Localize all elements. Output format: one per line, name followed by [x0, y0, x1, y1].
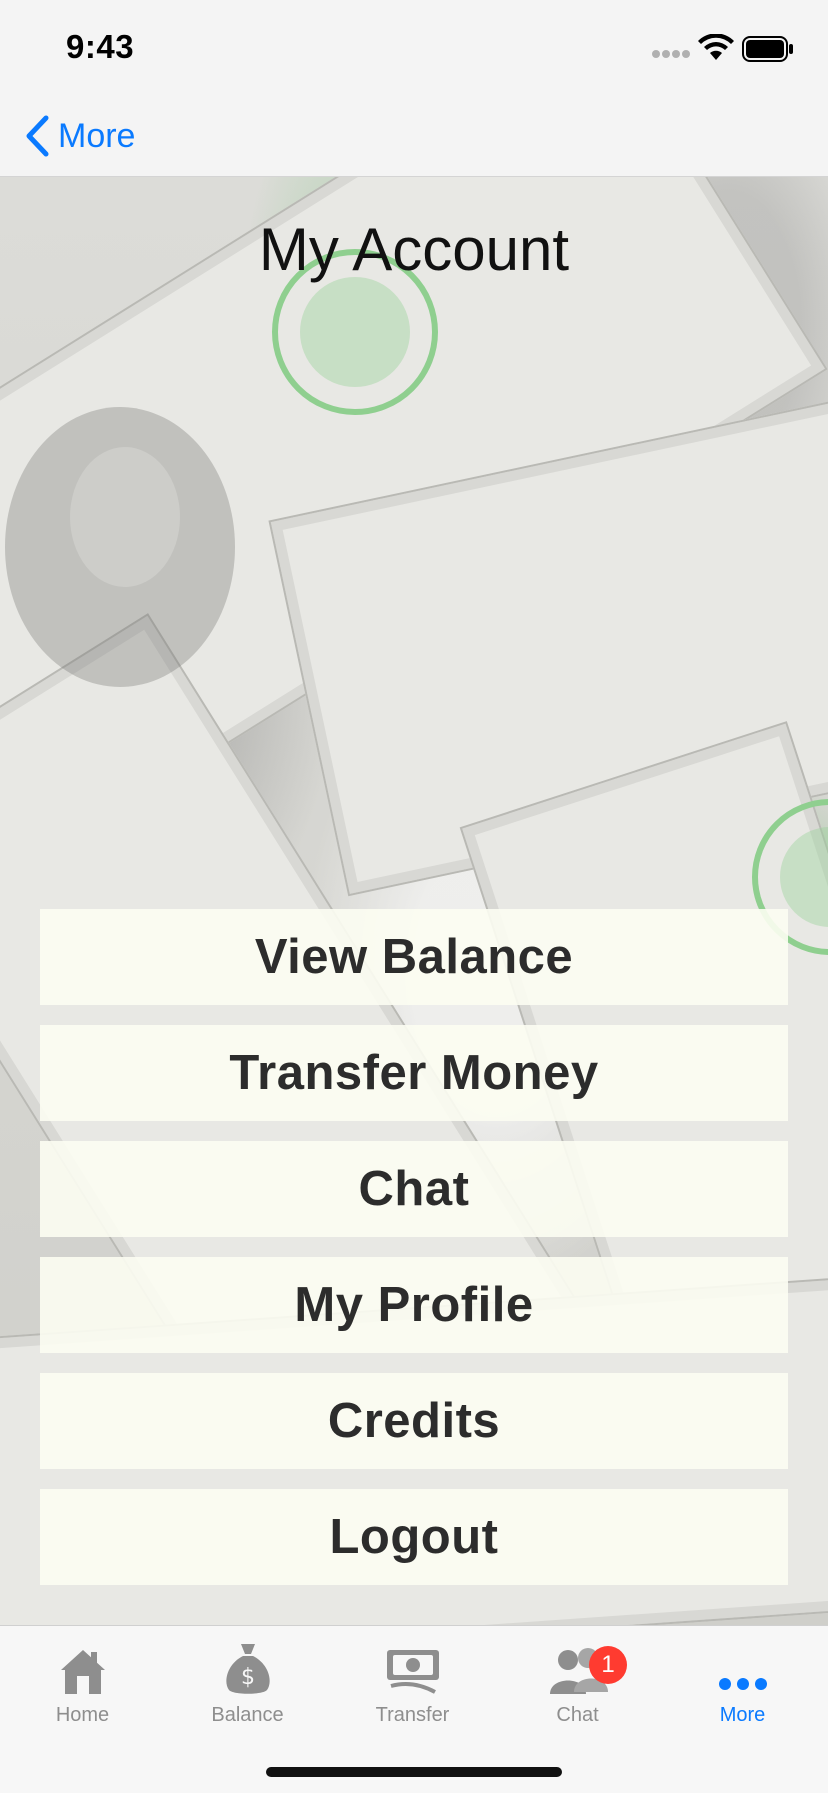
tab-chat[interactable]: 1 Chat: [495, 1636, 660, 1736]
portrait-icon: [5, 407, 235, 687]
chat-button[interactable]: Chat: [40, 1141, 788, 1237]
status-bar: 9:43: [0, 0, 828, 98]
tab-transfer[interactable]: Transfer: [330, 1636, 495, 1736]
page-title: My Account: [258, 216, 570, 283]
tab-label: Transfer: [375, 1704, 450, 1726]
banknote-icon: [386, 1650, 439, 1694]
money-bag-icon: $: [225, 1644, 270, 1694]
navigation-bar: More: [0, 98, 828, 177]
menu-item-label: My Profile: [294, 1278, 534, 1332]
house-icon: [60, 1650, 105, 1694]
home-indicator: [266, 1767, 562, 1777]
svg-text:$: $: [241, 1665, 255, 1690]
tab-balance[interactable]: $ Balance: [165, 1636, 330, 1736]
view-balance-button[interactable]: View Balance: [40, 909, 788, 1005]
menu-item-label: Logout: [329, 1510, 499, 1564]
credits-button[interactable]: Credits: [40, 1373, 788, 1469]
battery-icon: [742, 36, 793, 62]
my-profile-button[interactable]: My Profile: [40, 1257, 788, 1353]
tab-more[interactable]: More: [660, 1636, 825, 1736]
wifi-icon: [698, 34, 734, 60]
back-label: More: [58, 116, 136, 155]
chevron-left-icon: [26, 115, 49, 157]
tab-home[interactable]: Home: [0, 1636, 165, 1736]
menu-item-label: View Balance: [254, 930, 574, 984]
tab-label: Home: [55, 1704, 110, 1726]
tab-label: More: [719, 1704, 766, 1726]
ellipsis-icon: [718, 1678, 767, 1690]
cellular-signal-icon: [652, 50, 690, 58]
transfer-money-button[interactable]: Transfer Money: [40, 1025, 788, 1121]
tab-label: Chat: [556, 1704, 599, 1726]
menu-item-label: Transfer Money: [229, 1046, 599, 1100]
back-button[interactable]: More: [24, 110, 135, 162]
logout-button[interactable]: Logout: [40, 1489, 788, 1585]
account-menu: View Balance Transfer Money Chat My Prof…: [40, 909, 788, 1605]
chat-unread-badge: 1: [589, 1646, 627, 1684]
menu-item-label: Credits: [327, 1394, 501, 1448]
account-content: My Account View Balance Transfer Money C…: [0, 177, 828, 1625]
status-time: 9:43: [66, 28, 135, 65]
tab-label: Balance: [211, 1704, 284, 1726]
tab-bar: Home $ Balance Transfer 1 Chat More: [0, 1625, 828, 1793]
menu-item-label: Chat: [358, 1162, 470, 1216]
